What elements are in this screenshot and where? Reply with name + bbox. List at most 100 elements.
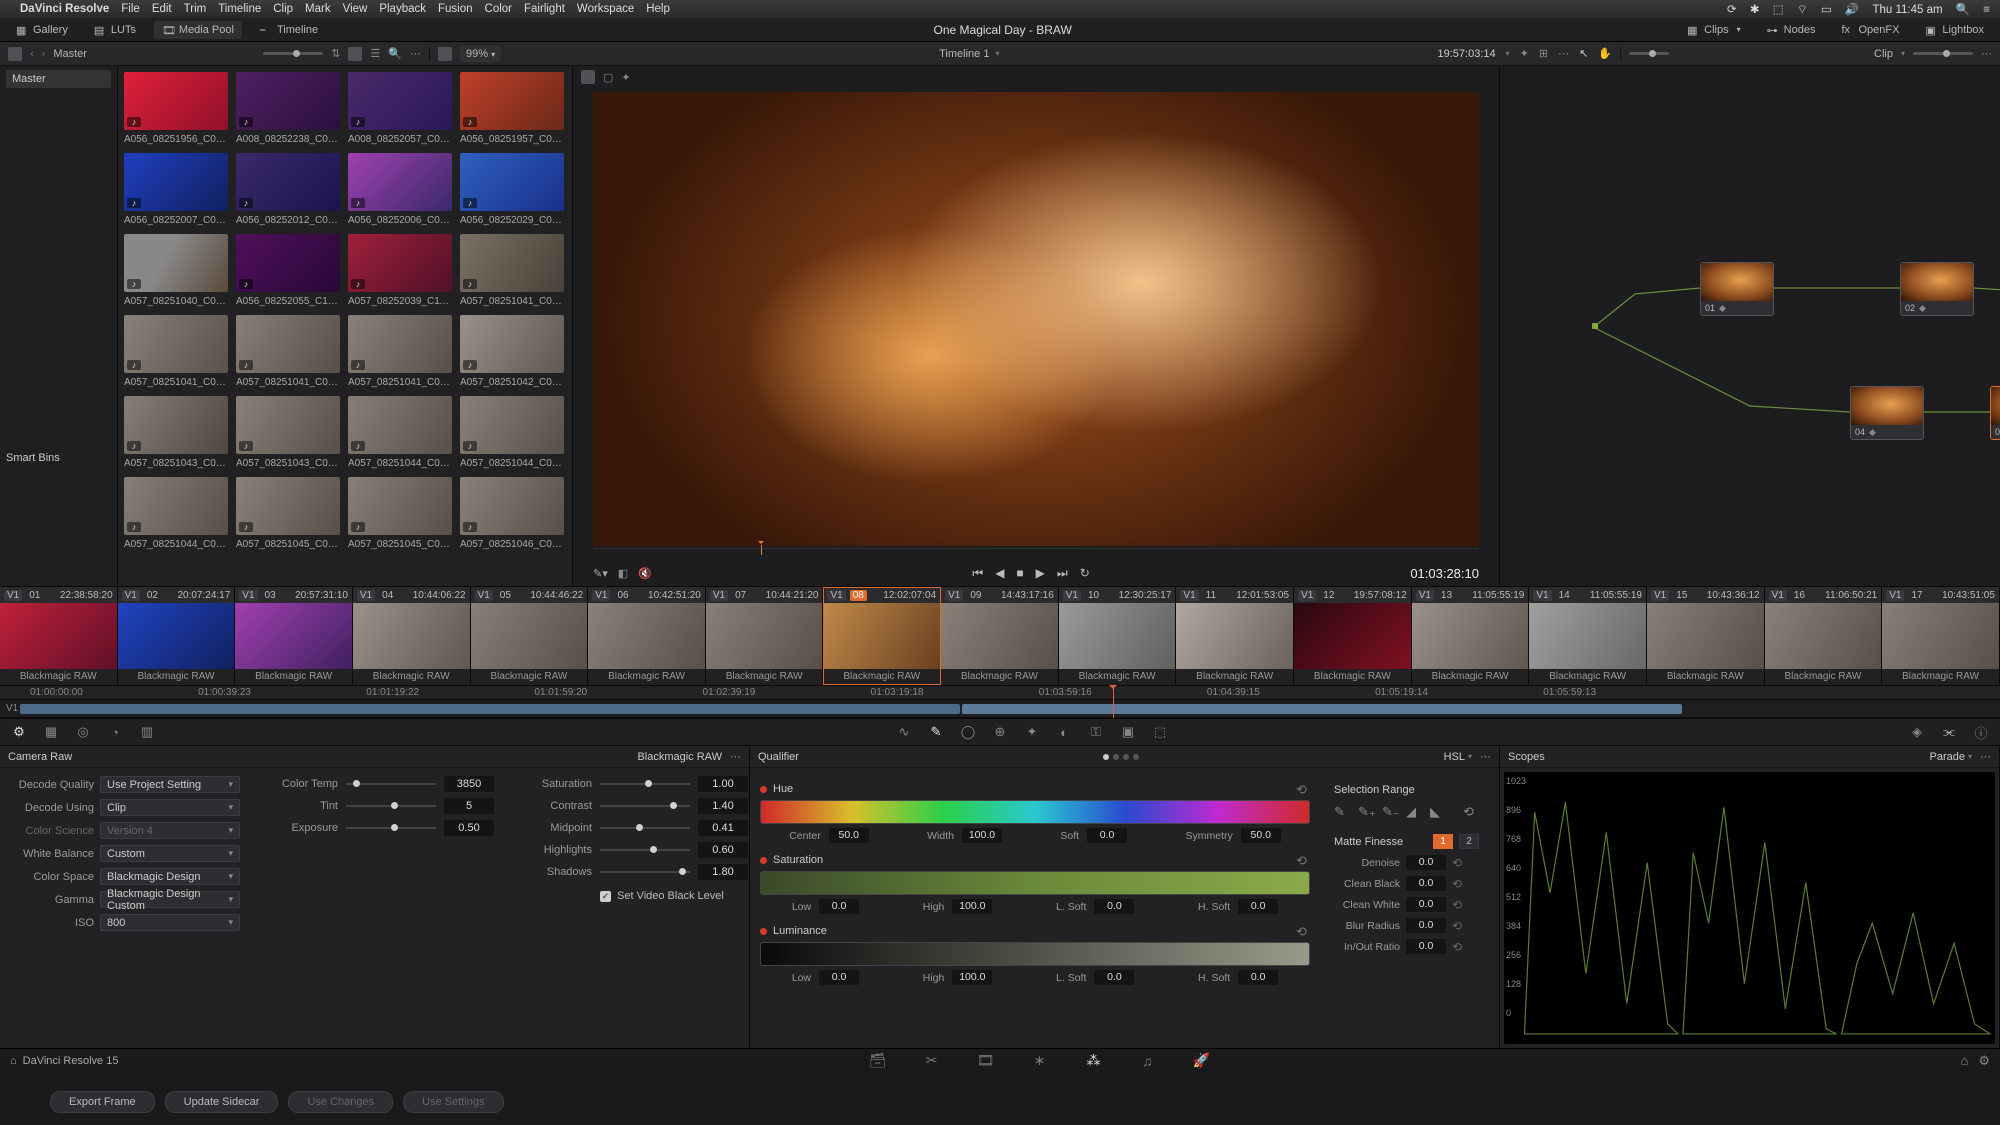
decode-using-select[interactable]: Clip: [100, 799, 240, 816]
picker-add-icon[interactable]: ✎₊: [1358, 804, 1374, 820]
list-view-icon[interactable]: ☰: [370, 47, 380, 60]
media-clip[interactable]: ♪ A057_08251041_C05...: [236, 315, 340, 388]
menu-playback[interactable]: Playback: [379, 3, 426, 15]
media-clip[interactable]: ♪ A057_08251041_C05...: [460, 234, 564, 307]
media-clip[interactable]: ♪ A056_08252007_C08...: [124, 153, 228, 226]
blur-radius-value[interactable]: 0.0: [1406, 918, 1446, 933]
color-node[interactable]: 01◆: [1700, 262, 1774, 316]
midpoint-slider[interactable]: [600, 827, 690, 829]
media-pool-button[interactable]: 🎞Media Pool: [154, 21, 242, 39]
play-icon[interactable]: ▶: [1036, 566, 1045, 581]
media-clip[interactable]: ♪ A057_08251041_C05...: [348, 315, 452, 388]
high-value[interactable]: 100.0: [952, 899, 992, 914]
media-clip[interactable]: ♪ A057_08251044_C06...: [460, 396, 564, 469]
notification-icon[interactable]: ≡: [1983, 4, 1990, 16]
gamma-select[interactable]: Blackmagic Design Custom: [100, 891, 240, 908]
key-icon[interactable]: ⚿: [1087, 723, 1105, 741]
black-level-checkbox[interactable]: ✓Set Video Black Level: [600, 890, 724, 902]
keyframes-icon[interactable]: ◈: [1908, 723, 1926, 741]
mini-timeline[interactable]: 01:00:00:0001:00:39:2301:01:19:2201:01:5…: [0, 686, 2000, 718]
dropbox-icon[interactable]: ⬚: [1773, 4, 1784, 16]
node-zoom-slider[interactable]: [1629, 52, 1669, 55]
clip-scope-label[interactable]: Clip: [1874, 48, 1893, 60]
menu-trim[interactable]: Trim: [184, 3, 207, 15]
color-temp-slider[interactable]: [346, 783, 436, 785]
soft-value[interactable]: 0.0: [1087, 828, 1127, 843]
menu-workspace[interactable]: Workspace: [577, 3, 634, 15]
highlights-slider[interactable]: [600, 849, 690, 851]
breadcrumb-master[interactable]: Master: [53, 48, 87, 60]
split-screen-icon[interactable]: ◧: [618, 567, 628, 580]
search-icon[interactable]: 🔍: [388, 47, 402, 60]
color-page-icon[interactable]: ⁂: [1084, 1052, 1102, 1070]
menu-clip[interactable]: Clip: [273, 3, 293, 15]
tray-icon[interactable]: ✱: [1750, 4, 1760, 16]
exposure-slider[interactable]: [346, 827, 436, 829]
next-clip-icon[interactable]: ⏭: [1057, 566, 1068, 581]
rgb-mixer-icon[interactable]: ◔: [106, 723, 124, 741]
thumb-size-slider[interactable]: [263, 52, 323, 55]
in-out-ratio-value[interactable]: 0.0: [1406, 939, 1446, 954]
stereo-icon[interactable]: ⬚: [1151, 723, 1169, 741]
media-clip[interactable]: ♪ A057_08251040_C05...: [124, 234, 228, 307]
media-clip[interactable]: ♪ A056_08251956_C05...: [124, 72, 228, 145]
grid-view-icon[interactable]: [348, 47, 362, 61]
timeline-button[interactable]: ⎯Timeline: [252, 21, 326, 39]
color-space-select[interactable]: Blackmagic Design: [100, 868, 240, 885]
menu-icon[interactable]: ⋯: [1558, 47, 1569, 60]
image-wipe-icon[interactable]: [438, 47, 452, 61]
viewer-overlay-icon[interactable]: ▢: [603, 71, 613, 84]
home-icon[interactable]: ⌂: [10, 1055, 17, 1067]
luts-button[interactable]: ▤LUTs: [86, 21, 144, 39]
h-soft-value[interactable]: 0.0: [1238, 970, 1278, 985]
timeline-clip[interactable]: V11311:05:55:19 Blackmagic RAW: [1412, 587, 1530, 685]
chevron-left-icon[interactable]: ‹: [30, 48, 34, 60]
high-value[interactable]: 100.0: [952, 970, 992, 985]
reset-icon[interactable]: ⟲: [1452, 940, 1462, 954]
timeline-clip[interactable]: V11411:05:55:19 Blackmagic RAW: [1529, 587, 1647, 685]
invert-icon[interactable]: ⟲: [1463, 804, 1479, 820]
media-clip[interactable]: ♪ A056_08251957_C07...: [460, 72, 564, 145]
window-icon[interactable]: ◯: [959, 723, 977, 741]
menu-fairlight[interactable]: Fairlight: [524, 3, 565, 15]
media-clip[interactable]: ♪ A057_08251043_C06...: [236, 396, 340, 469]
shadows-slider[interactable]: [600, 871, 690, 873]
reset-icon[interactable]: ⟲: [1296, 853, 1310, 867]
timeline-clip[interactable]: V10220:07:24:17 Blackmagic RAW: [118, 587, 236, 685]
media-clip[interactable]: ♪ A056_08252055_C12...: [236, 234, 340, 307]
matte-tab-1[interactable]: 1: [1433, 834, 1453, 849]
matte-tab-2[interactable]: 2: [1459, 834, 1479, 849]
cut-page-icon[interactable]: ✂: [922, 1052, 940, 1070]
low-value[interactable]: 0.0: [819, 970, 859, 985]
timeline-clip[interactable]: V11710:43:51:05 Blackmagic RAW: [1882, 587, 2000, 685]
media-clip[interactable]: ♪ A057_08251045_C07...: [348, 477, 452, 550]
scopes-icon[interactable]: ⫘: [1940, 723, 1958, 741]
menu-color[interactable]: Color: [485, 3, 512, 15]
media-clip[interactable]: ♪ A008_08252238_C05...: [236, 72, 340, 145]
timeline-clip[interactable]: V10914:43:17:16 Blackmagic RAW: [941, 587, 1059, 685]
saturation-value[interactable]: 1.00: [698, 776, 748, 792]
color-node[interactable]: 04◆: [1850, 386, 1924, 440]
volume-icon[interactable]: 🔊: [1845, 4, 1859, 16]
exposure-value[interactable]: 0.50: [444, 820, 494, 836]
menu-view[interactable]: View: [343, 3, 368, 15]
media-clip[interactable]: ♪ A057_08251044_C06...: [348, 396, 452, 469]
menu-icon[interactable]: ⋯: [1480, 750, 1491, 763]
timeline-clip[interactable]: V10812:02:07:04 Blackmagic RAW: [823, 587, 941, 685]
timeline-clip[interactable]: V10610:42:51:20 Blackmagic RAW: [588, 587, 706, 685]
menu-help[interactable]: Help: [646, 3, 670, 15]
app-name[interactable]: DaVinci Resolve: [20, 3, 109, 15]
clock[interactable]: Thu 11:45 am: [1872, 4, 1942, 16]
hue-bar[interactable]: [760, 800, 1310, 824]
viewer-image[interactable]: [593, 92, 1479, 546]
timeline-clip[interactable]: V10510:44:46:22 Blackmagic RAW: [471, 587, 589, 685]
openfx-overlay-icon[interactable]: ✦: [621, 71, 630, 84]
media-clip[interactable]: ♪ A008_08252057_C05...: [348, 72, 452, 145]
tracker-icon[interactable]: ⊕: [991, 723, 1009, 741]
media-clip[interactable]: ♪ A057_08252039_C11...: [348, 234, 452, 307]
reset-icon[interactable]: ⟲: [1452, 877, 1462, 891]
media-clip[interactable]: ♪ A057_08251044_C06...: [124, 477, 228, 550]
picker-icon[interactable]: ✎: [1334, 804, 1350, 820]
magic-mask-icon[interactable]: ✦: [1023, 723, 1041, 741]
timeline-clip[interactable]: V11219:57:08:12 Blackmagic RAW: [1294, 587, 1412, 685]
